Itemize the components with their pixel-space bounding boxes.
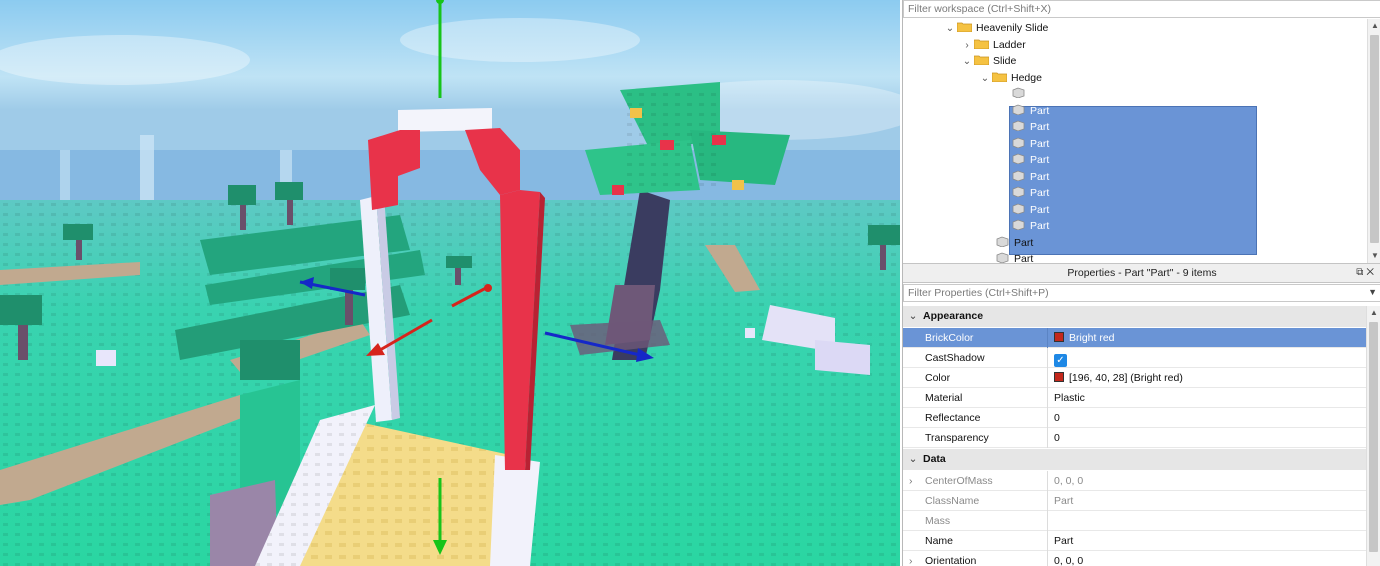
property-name: Transparency (903, 428, 1048, 448)
folder-icon (974, 39, 989, 49)
chevron-down-icon[interactable]: ⌄ (903, 449, 923, 470)
tree-item-part[interactable]: Part (1011, 169, 1049, 185)
explorer-tree: ⌄ Heavenily Slide › Ladder ⌄ Slide ⌄ Hedge P… (903, 19, 1365, 263)
tree-item-part[interactable]: Part (995, 235, 1033, 251)
property-row-centerofmass[interactable]: › CenterOfMass 0, 0, 0 (903, 471, 1367, 491)
close-icon[interactable]: ✕ (1366, 267, 1377, 278)
property-row-transparency[interactable]: Transparency 0 (903, 428, 1367, 448)
property-value[interactable]: Plastic (1052, 388, 1367, 408)
part-icon (1012, 137, 1025, 148)
property-name: ClassName (903, 491, 1048, 511)
chevron-down-icon[interactable]: ⌄ (943, 21, 957, 37)
property-value[interactable]: Bright red (1052, 328, 1367, 348)
property-value[interactable]: 0, 0, 0 (1052, 551, 1367, 566)
workspace-filter-placeholder: Filter workspace (Ctrl+Shift+X) (908, 3, 1051, 15)
property-name: Material (903, 388, 1048, 408)
property-name: Reflectance (903, 408, 1048, 428)
chevron-down-icon[interactable]: ⌄ (903, 306, 923, 327)
scrollbar-thumb[interactable] (1370, 35, 1379, 243)
part-icon (996, 236, 1009, 247)
properties-title-bar: Properties - Part "Part" - 9 items ⧉✕ (903, 263, 1380, 283)
scroll-down-icon[interactable]: ▼ (1368, 249, 1380, 263)
properties-filter-placeholder: Filter Properties (Ctrl+Shift+P) (908, 287, 1049, 299)
chevron-down-icon[interactable]: ⌄ (960, 54, 974, 70)
folder-icon (992, 72, 1007, 82)
tree-item-heavenily-slide[interactable]: ⌄ Heavenily Slide (943, 20, 1049, 37)
workspace-filter-input[interactable]: Filter workspace (Ctrl+Shift+X) (903, 0, 1380, 18)
category-appearance[interactable]: ⌄ Appearance (903, 306, 1367, 327)
tree-item-part[interactable]: Part (1011, 202, 1049, 218)
property-name: CenterOfMass (903, 471, 1048, 491)
part-icon (1012, 186, 1025, 197)
chevron-down-icon[interactable]: ▼ (1368, 286, 1377, 299)
undock-icon[interactable]: ⧉ (1356, 267, 1366, 278)
chevron-down-icon[interactable]: ⌄ (978, 71, 992, 87)
part-icon (1012, 153, 1025, 164)
property-value[interactable]: Part (1052, 531, 1367, 551)
property-row-classname[interactable]: ClassName Part (903, 491, 1367, 511)
color-swatch (1054, 372, 1064, 382)
property-name: Mass (903, 511, 1048, 531)
part-icon (1012, 170, 1025, 181)
chevron-right-icon[interactable]: › (960, 38, 974, 54)
properties-filter-input[interactable]: Filter Properties (Ctrl+Shift+P) ▼ (903, 284, 1380, 302)
folder-icon (974, 55, 989, 65)
part-icon (996, 252, 1009, 263)
tree-item-part[interactable]: Part (1011, 103, 1049, 119)
property-value[interactable]: [196, 40, 28] (Bright red) (1052, 368, 1367, 388)
tree-item-part[interactable]: Part (1011, 218, 1049, 234)
folder-icon (957, 22, 972, 32)
tree-item-part[interactable]: Part (1011, 152, 1049, 168)
property-row-material[interactable]: Material Plastic (903, 388, 1367, 408)
property-row-mass[interactable]: Mass (903, 511, 1367, 531)
tree-item-part[interactable]: Part (995, 251, 1033, 263)
part-icon (1012, 104, 1025, 115)
properties-scrollbar[interactable]: ▲ (1366, 306, 1380, 566)
tree-item-part[interactable]: Part (1011, 86, 1049, 102)
property-value: 0, 0, 0 (1054, 475, 1084, 487)
property-value: Part (1054, 495, 1074, 507)
properties-grid: ⌄ Appearance BrickColor Bright red CastSh… (903, 306, 1367, 566)
explorer-panel: Filter workspace (Ctrl+Shift+X) ⌄ Heaveni… (903, 0, 1380, 263)
property-value[interactable]: 0 (1052, 408, 1367, 428)
property-value[interactable]: ✓ (1052, 348, 1367, 368)
property-row-reflectance[interactable]: Reflectance 0 (903, 408, 1367, 428)
checkbox-checked-icon[interactable]: ✓ (1054, 354, 1067, 367)
tree-item-ladder[interactable]: › Ladder (960, 37, 1025, 54)
property-name: CastShadow (903, 348, 1048, 368)
property-name: Color (903, 368, 1048, 388)
part-icon (1012, 203, 1025, 214)
scrollbar-thumb[interactable] (1369, 322, 1378, 552)
tree-item-part[interactable]: Part (1011, 185, 1049, 201)
scroll-up-icon[interactable]: ▲ (1367, 306, 1380, 320)
part-icon (1012, 219, 1025, 230)
property-value (1052, 511, 1367, 531)
property-name: Name (903, 531, 1048, 551)
part-icon (1012, 120, 1025, 131)
tree-item-part[interactable]: Part (1011, 119, 1049, 135)
tree-item-slide[interactable]: ⌄ Slide (960, 53, 1017, 70)
3d-viewport[interactable] (0, 0, 900, 566)
property-row-orientation[interactable]: › Orientation 0, 0, 0 (903, 551, 1367, 566)
scroll-up-icon[interactable]: ▲ (1368, 19, 1380, 33)
property-name: Orientation (903, 551, 1048, 566)
properties-title: Properties - Part "Part" - 9 items (1067, 267, 1217, 279)
tree-item-hedge[interactable]: ⌄ Hedge (978, 70, 1042, 86)
category-data[interactable]: ⌄ Data (903, 449, 1367, 470)
property-row-name[interactable]: Name Part (903, 531, 1367, 551)
tree-item-part[interactable]: Part (1011, 136, 1049, 152)
color-swatch (1054, 332, 1064, 342)
part-icon (1012, 87, 1025, 98)
property-value[interactable]: 0 (1052, 428, 1367, 448)
studio-side-panel: Filter workspace (Ctrl+Shift+X) ⌄ Heaveni… (902, 0, 1380, 566)
scene-render[interactable] (0, 0, 900, 566)
explorer-scrollbar[interactable]: ▲ ▼ (1367, 19, 1380, 263)
property-row-brickcolor[interactable]: BrickColor Bright red (903, 328, 1367, 348)
property-row-color[interactable]: Color [196, 40, 28] (Bright red) (903, 368, 1367, 388)
property-row-castshadow[interactable]: CastShadow ✓ (903, 348, 1367, 368)
property-name: BrickColor (903, 328, 1048, 348)
